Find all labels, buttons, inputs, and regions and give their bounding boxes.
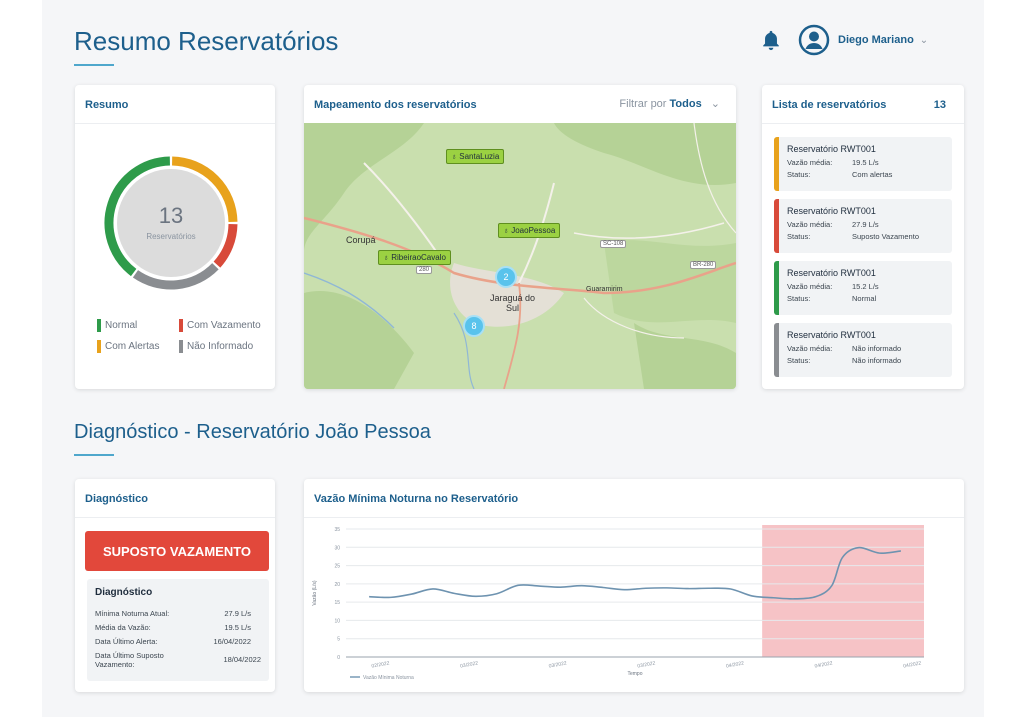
map-background [304,123,736,389]
x-tick-label: 04/2022 [814,660,833,669]
legend-alertas: Com Alertas [97,340,159,353]
flow-line-chart: 0 5 10 15 20 25 30 35 02/2022 03/2022 03/2022 03/20… [312,525,924,681]
card-divider [75,123,275,124]
drop-icon: ♁ [451,152,460,161]
y-tick-label: 5 [337,637,340,643]
legend-normal: Normal [97,319,137,332]
reservoir-name: Reservatório RWT001 [787,206,876,216]
y-tick-label: 25 [334,564,340,570]
reservoir-name: Reservatório RWT001 [787,330,876,340]
city-label: Guaramirim [586,286,623,293]
drop-icon: ♁ [503,226,512,235]
y-tick-label: 35 [334,527,340,533]
status-color-bar [774,323,779,377]
map-filter[interactable]: Filtrar por Todos ⌄ [619,97,720,110]
legend-vazamento: Com Vazamento [179,319,261,332]
status-color-bar [774,261,779,315]
map-card: Mapeamento dos reservatórios Filtrar por… [304,85,736,389]
summary-title: Resumo [85,99,129,111]
y-tick-label: 30 [334,545,340,551]
reservoir-list-item[interactable]: Reservatório RWT001 Vazão média: 27.9 L/s… [774,199,952,253]
legend-swatch-nao-informado [179,340,183,353]
reservoir-list-card: Lista de reservatórios 13 Reservatório R… [762,85,964,389]
y-tick-label: 0 [337,655,340,661]
y-axis-label: Vazão (L/s) [312,580,318,606]
y-tick-label: 20 [334,582,340,588]
diagnosis-row: Data Último Alerta: 16/04/2022 [95,637,251,646]
diagnosis-section-title: Diagnóstico - Reservatório João Pessoa [74,421,431,443]
city-label: Corupá [346,235,376,245]
summary-card: Resumo 13 Reservatórios Normal Com Vazam… [75,85,275,389]
card-divider [762,123,964,124]
road-label: BR-280 [690,261,717,269]
leak-alert-badge[interactable]: SUPOSTO VAZAMENTO [85,531,269,571]
reservoir-list-item[interactable]: Reservatório RWT001 Vazão média: 15.2 L/s… [774,261,952,315]
status-color-bar [774,137,779,191]
user-name[interactable]: Diego Mariano [838,34,914,46]
city-label: Jaraguá do Sul [490,293,536,313]
legend-nao-informado: Não Informado [179,340,253,353]
diagnosis-details: Diagnóstico Mínima Noturna Atual: 27.9 L/… [87,579,269,681]
diagnosis-row: Mínima Noturna Atual: 27.9 L/s [95,609,251,618]
card-divider [75,517,275,518]
bell-icon[interactable] [760,28,782,52]
map-marker-santaluzia[interactable]: ♁ SantaLuzia [446,149,505,164]
y-tick-label: 15 [334,600,340,606]
reservoir-name: Reservatório RWT001 [787,268,876,278]
x-axis-label: Tempo [627,671,642,677]
list-count: 13 [933,99,946,111]
dashboard-page: Resumo Reservatórios Diego Mariano ⌄ Res… [42,0,984,717]
drop-icon: ♁ [383,253,392,262]
user-header: Diego Mariano ⌄ [760,24,928,56]
status-donut-chart: 13 Reservatórios [104,156,238,290]
x-tick-label: 02/2022 [371,660,390,669]
title-underline [74,64,114,66]
x-tick-label: 03/2022 [548,660,567,669]
reservoir-map[interactable]: SC-108 BR-280 280 Corupá Jaraguá do Sul G… [304,123,736,389]
map-marker-ribeiraocavalo[interactable]: ♁ RibeiraoCavalo [378,250,451,265]
legend-swatch-normal [97,319,101,332]
x-tick-label: 03/2022 [637,660,656,669]
title-underline [74,454,114,456]
x-tick-label: 04/2022 [726,660,745,669]
user-circle-icon[interactable] [798,24,830,56]
map-cluster[interactable]: 8 [463,315,485,337]
donut-total: 13 [159,203,183,228]
map-cluster[interactable]: 2 [495,266,517,288]
chevron-down-icon[interactable]: ⌄ [920,35,928,46]
status-color-bar [774,199,779,253]
legend-swatch-vazamento [179,319,183,332]
leak-period-highlight [762,525,924,657]
diagnosis-card: Diagnóstico SUPOSTO VAZAMENTO Diagnóstic… [75,479,275,692]
diagnosis-row: Média da Vazão: 19.5 L/s [95,623,251,632]
map-marker-joaopessoa[interactable]: ♁ JoaoPessoa [498,223,561,238]
diagnosis-title: Diagnóstico [85,493,148,505]
reservoir-list-item[interactable]: Reservatório RWT001 Vazão média: Não info… [774,323,952,377]
diagnosis-row: Data Último Suposto Vazamento: 18/04/2022 [95,651,261,669]
x-tick-label: 03/2022 [460,660,479,669]
list-title: Lista de reservatórios [772,99,887,111]
page-title: Resumo Reservatórios [74,26,339,56]
y-tick-label: 10 [334,618,340,624]
x-tick-label: 04/2022 [903,660,922,669]
road-label: 280 [416,266,433,274]
map-title: Mapeamento dos reservatórios [314,99,477,111]
chart-title: Vazão Mínima Noturna no Reservatório [314,493,519,505]
road-label: SC-108 [600,240,627,248]
chevron-down-icon: ⌄ [710,98,720,110]
diagnosis-box-title: Diagnóstico [95,587,153,598]
legend-swatch-alertas [97,340,101,353]
donut-total-label: Reservatórios [146,232,195,241]
legend-label: Vazão Mínima Noturna [363,675,414,681]
flow-chart-card: Vazão Mínima Noturna no Reservatório 0 5 1… [304,479,964,692]
reservoir-name: Reservatório RWT001 [787,144,876,154]
reservoir-list-item[interactable]: Reservatório RWT001 Vazão média: 19.5 L/s… [774,137,952,191]
